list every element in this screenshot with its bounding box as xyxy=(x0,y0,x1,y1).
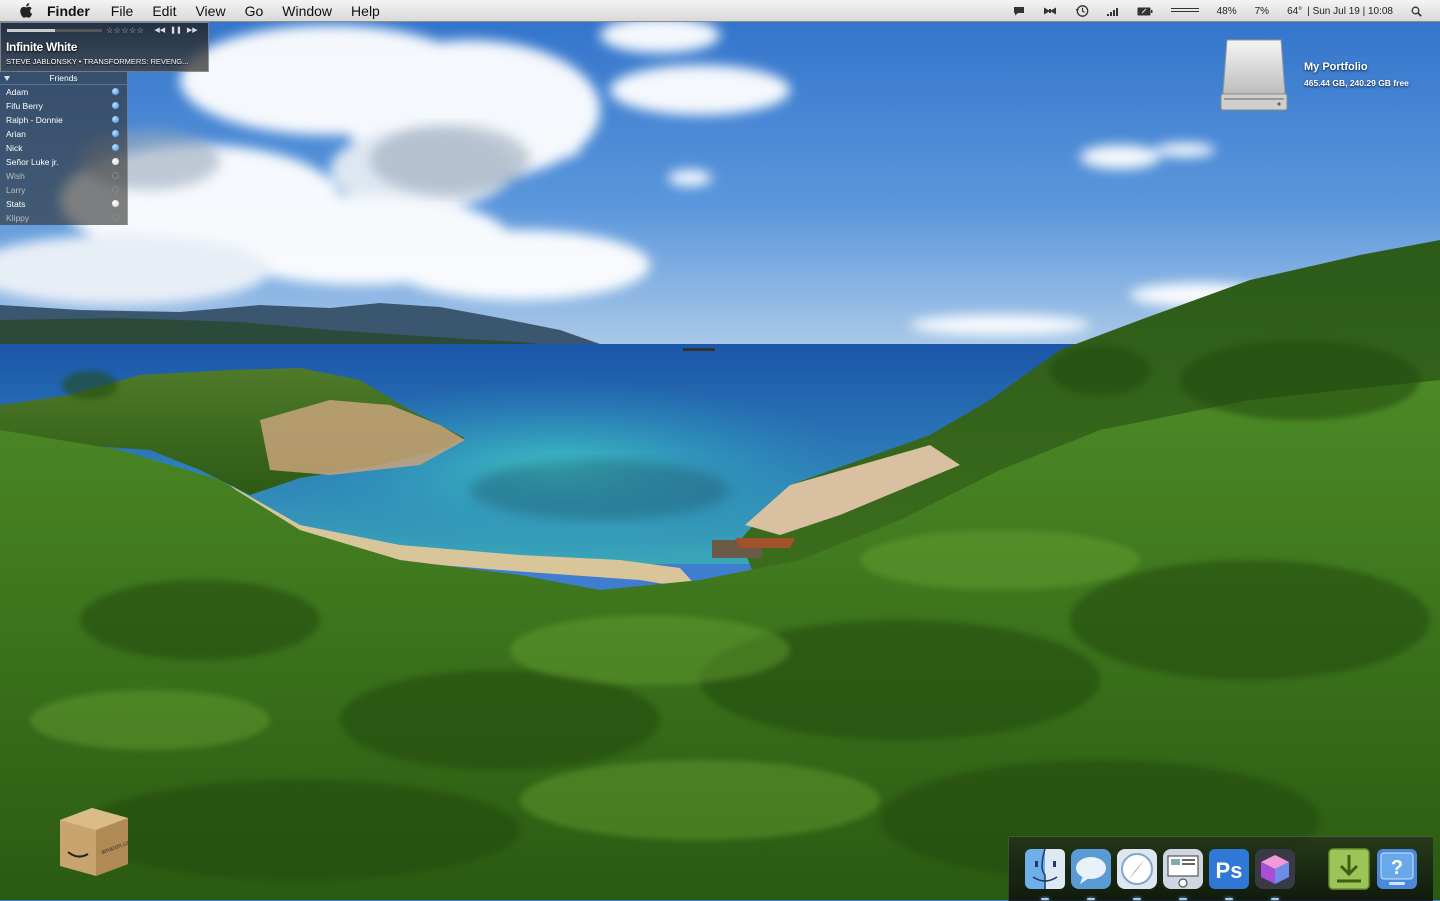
status-dot-icon xyxy=(112,116,119,123)
list-item[interactable]: Ralph - Donnie xyxy=(0,113,127,127)
status-dot-icon xyxy=(112,144,119,151)
menu-finder[interactable]: Finder xyxy=(47,0,90,22)
list-item[interactable]: Klippy xyxy=(0,211,127,225)
dock: Ps ? xyxy=(1008,836,1433,901)
menu-bar: Finder File Edit View Go Window Help 48%… xyxy=(0,0,1440,22)
track-title: Infinite White xyxy=(6,40,78,54)
menu-edit[interactable]: Edit xyxy=(152,0,176,22)
hard-drive-icon[interactable] xyxy=(1219,38,1289,112)
list-item[interactable]: Fifu Berry xyxy=(0,99,127,113)
friend-name: Klippy xyxy=(6,213,30,223)
list-item[interactable]: Wish xyxy=(0,169,127,183)
photoshop-icon[interactable]: Ps xyxy=(1207,847,1251,900)
list-item[interactable]: Nick xyxy=(0,141,127,155)
now-playing-widget[interactable]: ☆☆☆☆☆ ◀◀ ❚❚ ▶▶ Infinite White STEVE JABL… xyxy=(0,22,209,72)
friend-name: Wish xyxy=(6,171,25,181)
status-dot-icon xyxy=(112,102,119,109)
friends-title: Friends xyxy=(49,73,78,83)
friend-name: Adam xyxy=(6,87,29,97)
menu-extras: 48% 7% 64° | Sun Jul 19 | 10:08 xyxy=(1004,0,1440,22)
apple-icon[interactable] xyxy=(19,2,35,19)
list-item[interactable]: Adam xyxy=(0,85,127,99)
help-icon[interactable]: ? xyxy=(1375,847,1419,891)
amazon-box-icon[interactable]: amazon.ca xyxy=(58,806,131,878)
list-item[interactable]: Arian xyxy=(0,127,127,141)
drive-info: 465.44 GB, 240.29 GB free xyxy=(1304,78,1409,88)
signal-bars-icon[interactable] xyxy=(1106,7,1119,16)
menu-file[interactable]: File xyxy=(111,0,134,22)
friends-list: Friends Adam Fifu Berry Ralph - Donnie Aria… xyxy=(0,72,128,225)
list-item[interactable]: Señor Luke jr. xyxy=(0,155,127,169)
drive-name[interactable]: My Portfolio xyxy=(1304,61,1368,73)
temperature: 64° xyxy=(1287,5,1303,17)
status-dot-icon xyxy=(112,88,119,95)
menu-window[interactable]: Window xyxy=(282,0,332,22)
previous-track-icon[interactable]: ◀◀ xyxy=(154,26,165,34)
memory-usage: 7% xyxy=(1254,5,1270,17)
preview-icon[interactable] xyxy=(1161,847,1205,900)
friend-name: Larry xyxy=(6,185,26,195)
volume-icon[interactable] xyxy=(1170,10,1199,12)
playback-progress[interactable] xyxy=(7,28,102,32)
status-dot-icon xyxy=(112,172,119,179)
playback-controls: ☆☆☆☆☆ ◀◀ ❚❚ ▶▶ xyxy=(1,23,208,37)
cube-icon[interactable] xyxy=(1253,847,1297,900)
list-item[interactable]: Larry xyxy=(0,183,127,197)
time-machine-icon[interactable] xyxy=(1075,4,1089,18)
friend-name: Señor Luke jr. xyxy=(6,157,59,167)
photoshop-label: Ps xyxy=(1216,858,1243,883)
menu-go[interactable]: Go xyxy=(245,0,264,22)
status-dot-icon xyxy=(112,214,119,221)
list-item[interactable]: Stats xyxy=(0,197,127,211)
menu-clock[interactable]: | Sun Jul 19 | 10:08 xyxy=(1307,6,1393,17)
safari-icon[interactable] xyxy=(1115,847,1159,900)
butterfly-icon[interactable] xyxy=(1043,7,1057,15)
next-track-icon[interactable]: ▶▶ xyxy=(187,26,198,34)
battery-icon[interactable] xyxy=(1137,7,1153,16)
status-dot-icon xyxy=(112,130,119,137)
status-dot-icon xyxy=(112,158,119,165)
status-dot-icon xyxy=(112,200,119,207)
friend-name: Stats xyxy=(6,199,26,209)
menu-help[interactable]: Help xyxy=(351,0,380,22)
status-dot-icon xyxy=(112,186,119,193)
finder-icon[interactable] xyxy=(1023,847,1067,900)
friend-name: Fifu Berry xyxy=(6,101,43,111)
cpu-usage: 48% xyxy=(1216,5,1237,17)
desktop-wallpaper xyxy=(0,0,1440,900)
friend-name: Ralph - Donnie xyxy=(6,115,63,125)
friend-name: Nick xyxy=(6,143,23,153)
pause-icon[interactable]: ❚❚ xyxy=(170,26,182,34)
chat-icon[interactable] xyxy=(1013,6,1025,16)
magnifier-icon[interactable] xyxy=(1411,6,1422,17)
downloads-stack-icon[interactable] xyxy=(1327,847,1371,891)
track-rating[interactable]: ☆☆☆☆☆ xyxy=(106,26,144,35)
help-label: ? xyxy=(1391,857,1403,879)
friend-name: Arian xyxy=(6,129,26,139)
menu-view[interactable]: View xyxy=(195,0,225,22)
adium-icon[interactable] xyxy=(1069,847,1113,900)
track-artist-album: STEVE JABLONSKY • TRANSFORMERS: REVENG..… xyxy=(6,57,189,66)
friends-header[interactable]: Friends xyxy=(0,72,127,85)
